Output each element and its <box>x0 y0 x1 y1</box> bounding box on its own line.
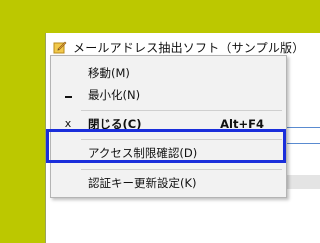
menu-separator <box>81 169 282 170</box>
menu-item-auth-key-settings[interactable]: 認証キー更新設定(K) <box>51 172 286 194</box>
menu-item-label: 最小化(N) <box>88 88 141 102</box>
pencil-note-icon[interactable] <box>53 40 67 54</box>
highlight-frame <box>46 129 286 163</box>
menu-item-label: 認証キー更新設定(K) <box>88 176 197 190</box>
menu-separator <box>81 110 282 111</box>
system-menu: 移動(M) 最小化(N) x 閉じる(C) Alt+F4 アクセス制限確認(D)… <box>50 55 287 198</box>
minimize-icon <box>61 84 75 106</box>
menu-item-minimize[interactable]: 最小化(N) <box>51 84 286 106</box>
menu-item-move[interactable]: 移動(M) <box>51 62 286 84</box>
menu-item-label: 移動(M) <box>88 66 130 80</box>
window-title: メールアドレス抽出ソフト（サンプル版） <box>73 41 305 55</box>
